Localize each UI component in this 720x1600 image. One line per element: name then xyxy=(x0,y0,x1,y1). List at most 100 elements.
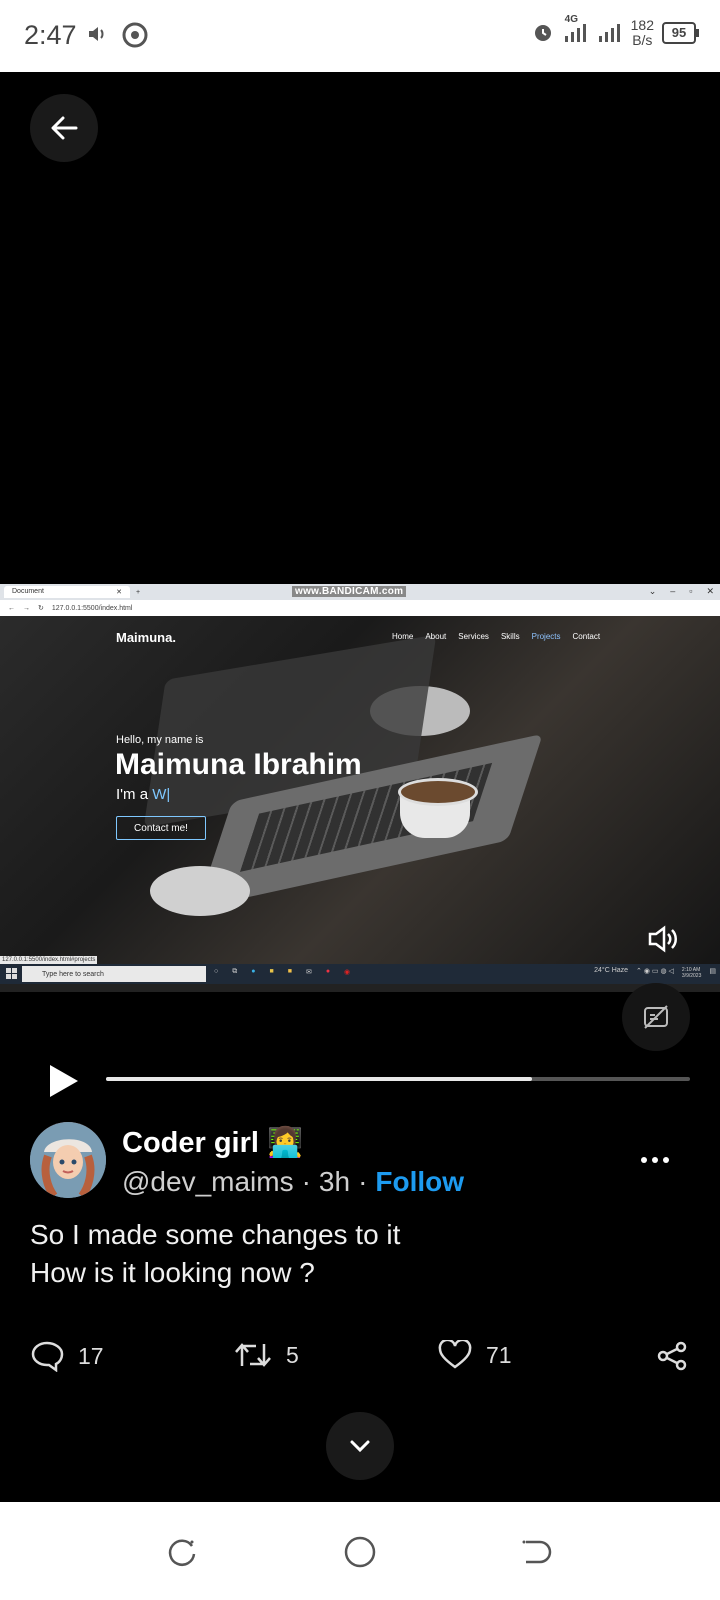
windows-taskbar: Type here to search ○ ⧉ ● ■ ■ ✉ ● ◉ 24°C… xyxy=(0,964,720,984)
battery-icon: 95 xyxy=(662,22,699,44)
avatar-image xyxy=(30,1122,106,1198)
speed-unit: B/s xyxy=(632,32,653,48)
retweet-icon xyxy=(235,1343,271,1367)
system-nav-bar xyxy=(0,1502,720,1600)
restore-icon: ▫ xyxy=(689,586,693,596)
tweet-text-line: How is it looking now ? xyxy=(30,1257,315,1288)
arrow-left-icon xyxy=(51,116,78,140)
mute-toggle-button[interactable] xyxy=(646,922,680,961)
window-controls: ⌄ – ▫ ✕ xyxy=(649,586,714,597)
taskbar-tray: 24°C Haze ⌃ ◉ ▭ ◍ ◁ 2:10 AM 3/9/2023 ▤ xyxy=(594,967,716,979)
chevron-down-icon: ⌄ xyxy=(648,586,657,596)
site-nav-projects: Projects xyxy=(531,632,561,641)
meta-separator-2: · xyxy=(358,1166,368,1197)
tab-close-icon: ✕ xyxy=(116,589,122,596)
saucer-image xyxy=(150,866,250,916)
taskbar-clock: 2:10 AM 3/9/2023 xyxy=(682,967,701,979)
chrome-icon xyxy=(122,22,148,53)
hero-prefix: I'm a xyxy=(116,786,153,803)
network-speed: 182 B/s xyxy=(631,18,654,48)
display-name[interactable]: Coder girl 👩‍💻 xyxy=(122,1126,303,1160)
hero-greeting: Hello, my name is xyxy=(116,734,204,746)
captions-button[interactable] xyxy=(622,983,690,1051)
reload-icon: ↻ xyxy=(38,605,44,612)
retweet-button[interactable]: 5 xyxy=(234,1340,299,1370)
back-button[interactable] xyxy=(30,94,98,162)
explorer-icon: ■ xyxy=(287,968,292,975)
url-text: 127.0.0.1:5500/index.html xyxy=(51,604,133,612)
windows-start-icon xyxy=(6,968,17,981)
more-options-button[interactable] xyxy=(640,1140,670,1172)
bandicam-icon: ◉ xyxy=(344,969,351,976)
play-button[interactable] xyxy=(46,1062,80,1105)
site-logo: Maimuna. xyxy=(116,630,176,645)
site-nav-skills: Skills xyxy=(500,632,520,641)
browser-tab-title: Document xyxy=(12,588,44,595)
browser-tab: Document ✕ xyxy=(4,586,130,598)
like-count: 71 xyxy=(486,1341,512,1368)
browser-tab-strip: Document ✕ + www.BANDICAM.com ⌄ – ▫ ✕ xyxy=(0,584,720,600)
play-icon xyxy=(50,1065,78,1097)
new-tab-icon: + xyxy=(136,588,141,596)
like-button[interactable]: 71 xyxy=(438,1340,512,1370)
user-handle[interactable]: @dev_maims xyxy=(122,1166,294,1198)
taskbar-weather: 24°C Haze xyxy=(594,967,629,974)
tweet-age: 3h xyxy=(318,1166,351,1197)
tweet-text: So I made some changes to it How is it l… xyxy=(30,1216,400,1292)
forward-arrow-icon: → xyxy=(23,604,30,612)
meta-separator: · xyxy=(301,1166,311,1197)
video-progress-fill xyxy=(106,1077,533,1081)
retweet-count: 5 xyxy=(286,1341,299,1368)
site-nav: Home About Services Skills Projects Cont… xyxy=(392,632,600,641)
follow-button[interactable]: Follow xyxy=(375,1166,464,1198)
back-nav-button[interactable] xyxy=(520,1536,552,1573)
cortana-icon: ○ xyxy=(214,968,219,975)
back-arrow-icon: ← xyxy=(8,604,15,612)
taskbar-date: 3/9/2023 xyxy=(681,973,702,979)
reply-button[interactable]: 17 xyxy=(30,1340,104,1372)
coffee-cup-image xyxy=(398,778,478,838)
website-hero: Maimuna. Home About Services Skills Proj… xyxy=(0,616,720,964)
share-button[interactable] xyxy=(656,1340,688,1372)
site-nav-home: Home xyxy=(392,632,414,641)
store-icon: ■ xyxy=(269,968,274,975)
network-type: 4G xyxy=(564,13,578,25)
home-button[interactable] xyxy=(344,1536,376,1573)
taskbar-search: Type here to search xyxy=(22,966,206,982)
speed-value: 182 xyxy=(630,17,654,33)
tweet-meta: @dev_maims · 3h · Follow xyxy=(122,1166,464,1198)
recents-icon xyxy=(168,1539,196,1566)
edge-icon: ● xyxy=(251,968,256,975)
task-view-icon: ⧉ xyxy=(232,968,238,975)
hero-typed-text: W| xyxy=(152,786,171,803)
hero-contact-button: Contact me! xyxy=(116,816,206,840)
chrome-taskbar-icon: ● xyxy=(325,968,331,975)
tray-icons: ⌃ ◉ ▭ ◍ ◁ xyxy=(636,968,674,975)
hero-subtitle: I'm a W| xyxy=(116,786,170,803)
close-icon: ✕ xyxy=(706,586,714,596)
signal-icon: 4G xyxy=(563,14,589,47)
notification-icon: ▤ xyxy=(709,968,716,975)
site-nav-about: About xyxy=(425,632,447,641)
hero-name: Maimuna Ibrahim xyxy=(115,748,362,781)
browser-address-bar: ← → ↻ 127.0.0.1:5500/index.html xyxy=(0,600,720,616)
browser-status-url: 127.0.0.1:5500/index.html#projects xyxy=(0,956,98,964)
expand-button[interactable] xyxy=(326,1412,394,1480)
captions-off-icon xyxy=(644,1005,668,1029)
reply-icon xyxy=(31,1341,64,1372)
avatar[interactable] xyxy=(30,1122,106,1198)
volume-icon xyxy=(648,925,677,953)
back-nav-icon xyxy=(522,1540,552,1564)
mail-icon: ✉ xyxy=(305,969,312,976)
reply-count: 17 xyxy=(78,1342,104,1369)
tweet-text-line: So I made some changes to it xyxy=(30,1219,401,1250)
signal-icon-2 xyxy=(597,20,623,47)
video-progress-bar[interactable] xyxy=(106,1077,690,1081)
site-nav-contact: Contact xyxy=(572,632,601,641)
video-player[interactable]: Document ✕ + www.BANDICAM.com ⌄ – ▫ ✕ ← … xyxy=(0,584,720,992)
chevron-down-icon xyxy=(350,1440,370,1453)
recents-button[interactable] xyxy=(166,1536,198,1573)
minimize-icon: – xyxy=(670,586,676,596)
site-nav-services: Services xyxy=(458,632,489,641)
volume-icon xyxy=(86,22,110,53)
